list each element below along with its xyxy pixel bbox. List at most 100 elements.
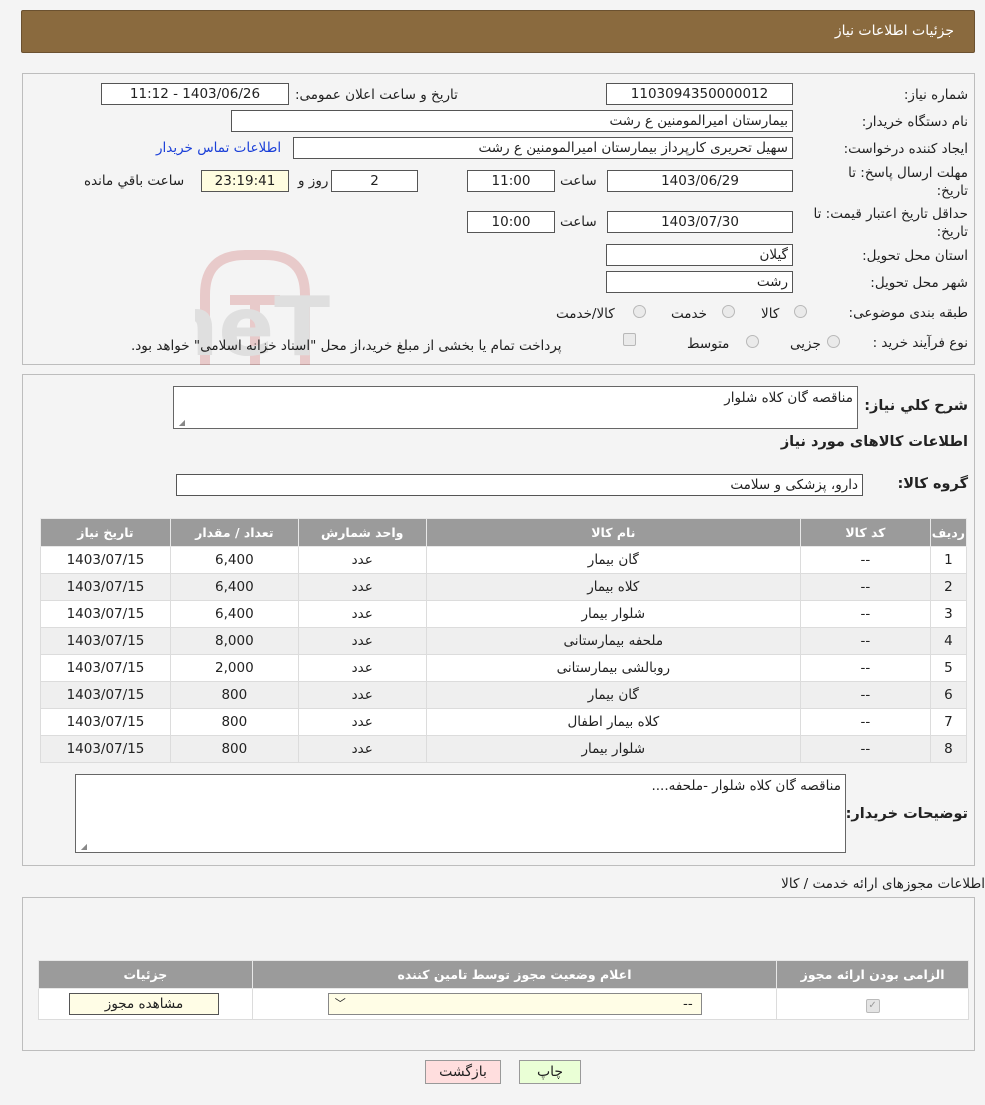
cell-name: گان بیمار <box>425 546 802 574</box>
col-header-status: اعلام وضعیت مجوز توسط تامین کننده <box>251 960 778 989</box>
deadline-label: مهلت ارسال پاسخ: تا <box>848 165 968 181</box>
cell-date: 1403/07/15 <box>40 573 171 601</box>
summary-textarea[interactable]: مناقصه گان کلاه شلوار ◢ <box>173 386 858 429</box>
cell-date: 1403/07/15 <box>40 627 171 655</box>
cell-code: -- <box>800 546 931 574</box>
cell-name: گان بیمار <box>425 681 802 709</box>
permits-table: الزامی بودن ارائه مجوز اعلام وضعیت مجوز … <box>38 960 969 1020</box>
cell-date: 1403/07/15 <box>40 735 171 763</box>
table-row: 1 -- گان بیمار عدد 6,400 1403/07/15 <box>40 546 968 574</box>
summary-text: مناقصه گان کلاه شلوار <box>724 390 853 406</box>
validity-time-field: 10:00 <box>467 211 555 233</box>
cell-code: -- <box>800 600 931 628</box>
treasury-checkbox[interactable] <box>623 333 636 346</box>
resize-grip-icon[interactable]: ◢ <box>176 418 185 427</box>
validity-label-date: تاریخ: <box>936 224 968 240</box>
cell-code: -- <box>800 735 931 763</box>
cell-row-number: 2 <box>929 573 968 601</box>
table-row: 7 -- کلاه بیمار اطفال عدد 800 1403/07/15 <box>40 708 968 736</box>
permit-status-value: -- <box>683 996 693 1012</box>
process-option-medium: متوسط <box>687 336 730 352</box>
category-option-goods: کالا <box>761 306 780 322</box>
cell-row-number: 8 <box>929 735 968 763</box>
cell-unit: عدد <box>297 708 427 736</box>
remaining-label: ساعت باقي مانده <box>84 173 185 189</box>
category-option-goods-service: کالا/خدمت <box>556 306 615 322</box>
cell-row-number: 7 <box>929 708 968 736</box>
province-label: استان محل تحویل: <box>862 248 968 264</box>
page-title: جزئیات اطلاعات نیاز <box>834 23 954 39</box>
col-header-row: ردیف <box>929 518 968 547</box>
goods-group-label: گروه کالا: <box>897 476 968 492</box>
buyer-notes-text: مناقصه گان کلاه شلوار -ملحفه.... <box>651 778 841 794</box>
goods-table-header: ردیف کد کالا نام کالا واحد شمارش تعداد /… <box>40 518 968 547</box>
category-radio-goods[interactable] <box>794 305 807 318</box>
province-field: گیلان <box>606 244 793 266</box>
table-row: 6 -- گان بیمار عدد 800 1403/07/15 <box>40 681 968 709</box>
cell-unit: عدد <box>297 573 427 601</box>
required-cell: ✓ <box>776 988 969 1020</box>
buyer-org-field: بیمارستان امیرالمومنین ع رشت <box>231 110 793 132</box>
cell-row-number: 1 <box>929 546 968 574</box>
view-permit-button[interactable]: مشاهده مجوز <box>69 993 219 1015</box>
cell-unit: عدد <box>297 735 427 763</box>
requester-field: سهیل تحریری کارپرداز بیمارستان امیرالموم… <box>293 137 793 159</box>
cell-unit: عدد <box>297 654 427 682</box>
cell-row-number: 5 <box>929 654 968 682</box>
cell-quantity: 6,400 <box>169 600 299 628</box>
col-header-name: نام کالا <box>425 518 802 547</box>
goods-table: ردیف کد کالا نام کالا واحد شمارش تعداد /… <box>40 518 968 763</box>
requester-label: ایجاد کننده درخواست: <box>843 141 968 157</box>
cell-unit: عدد <box>297 600 427 628</box>
permits-row: ✓ -- ﹀ مشاهده مجوز <box>38 988 969 1020</box>
cell-quantity: 6,400 <box>169 573 299 601</box>
city-label: شهر محل تحویل: <box>870 275 968 291</box>
resize-grip-icon[interactable]: ◢ <box>78 842 87 851</box>
cell-row-number: 6 <box>929 681 968 709</box>
buyer-contact-link[interactable]: اطلاعات تماس خریدار <box>156 140 281 156</box>
cell-unit: عدد <box>297 681 427 709</box>
process-radio-minor[interactable] <box>827 335 840 348</box>
goods-group-field: دارو، پزشکی و سلامت <box>176 474 863 496</box>
col-header-details: جزئیات <box>38 960 253 989</box>
table-row: 5 -- روبالشی بیمارستانی عدد 2,000 1403/07/15 <box>40 654 968 682</box>
back-button[interactable]: بازگشت <box>425 1060 501 1084</box>
required-checkbox: ✓ <box>865 998 880 1013</box>
col-header-code: کد کالا <box>800 518 931 547</box>
col-header-unit: واحد شمارش <box>297 518 427 547</box>
buyer-org-label: نام دستگاه خریدار: <box>861 114 968 130</box>
cell-row-number: 3 <box>929 600 968 628</box>
days-label: روز و <box>298 173 329 189</box>
cell-name: کلاه بیمار <box>425 573 802 601</box>
cell-quantity: 8,000 <box>169 627 299 655</box>
cell-quantity: 2,000 <box>169 654 299 682</box>
cell-unit: عدد <box>297 627 427 655</box>
permits-table-header: الزامی بودن ارائه مجوز اعلام وضعیت مجوز … <box>38 960 969 989</box>
cell-quantity: 6,400 <box>169 546 299 574</box>
buyer-notes-textarea[interactable]: مناقصه گان کلاه شلوار -ملحفه.... ◢ <box>75 774 846 853</box>
table-row: 8 -- شلوار بیمار عدد 800 1403/07/15 <box>40 735 968 763</box>
details-cell: مشاهده مجوز <box>38 988 253 1020</box>
cell-date: 1403/07/15 <box>40 654 171 682</box>
deadline-label-date: تاریخ: <box>936 183 968 199</box>
permit-status-select[interactable]: -- ﹀ <box>327 993 702 1015</box>
process-radio-medium[interactable] <box>746 335 759 348</box>
cell-name: شلوار بیمار <box>425 735 802 763</box>
category-option-service: خدمت <box>671 306 707 322</box>
cell-code: -- <box>800 654 931 682</box>
deadline-date-field: 1403/06/29 <box>607 170 793 192</box>
chevron-down-icon: ﹀ <box>334 997 346 1010</box>
col-header-required: الزامی بودن ارائه مجوز <box>776 960 969 989</box>
remaining-time-field: 23:19:41 <box>201 170 289 192</box>
category-radio-goods-service[interactable] <box>633 305 646 318</box>
table-row: 3 -- شلوار بیمار عدد 6,400 1403/07/15 <box>40 600 968 628</box>
category-radio-service[interactable] <box>722 305 735 318</box>
need-number-field: 1103094350000012 <box>606 83 793 105</box>
cell-code: -- <box>800 681 931 709</box>
cell-unit: عدد <box>297 546 427 574</box>
summary-label: شرح كلي نياز: <box>864 398 968 414</box>
table-row: 4 -- ملحفه بیمارستانی عدد 8,000 1403/07/15 <box>40 627 968 655</box>
print-button[interactable]: چاپ <box>519 1060 581 1084</box>
announce-date-field: 1403/06/26 - 11:12 <box>101 83 289 105</box>
cell-row-number: 4 <box>929 627 968 655</box>
